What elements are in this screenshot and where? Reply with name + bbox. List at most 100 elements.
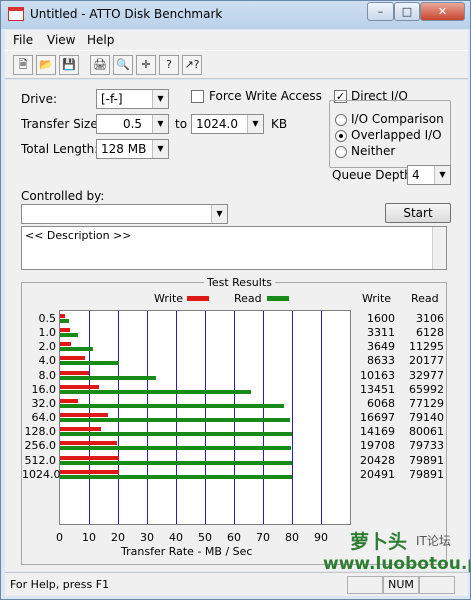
- legend-write-label: Write: [154, 292, 184, 305]
- write-column-header: Write: [362, 292, 392, 305]
- row-label: 64.0: [31, 411, 57, 425]
- overlapped-io-radio[interactable]: [335, 130, 347, 142]
- write-bar: [60, 356, 86, 361]
- chevron-down-icon[interactable]: ▼: [434, 166, 450, 184]
- drive-select[interactable]: [-f-] ▼: [96, 89, 169, 109]
- write-bar: [60, 342, 71, 347]
- chevron-down-icon[interactable]: ▼: [247, 115, 263, 133]
- drive-label: Drive:: [21, 92, 58, 106]
- app-icon: [8, 7, 24, 21]
- print-preview-icon[interactable]: 🔍: [113, 55, 133, 75]
- close-button[interactable]: ✕: [420, 2, 465, 21]
- status-help-text: For Help, press F1: [10, 578, 110, 591]
- read-value: 79891: [409, 467, 444, 481]
- write-value: 20428: [360, 453, 395, 467]
- controlled-by-select[interactable]: ▼: [21, 204, 228, 224]
- read-bar: [60, 432, 293, 437]
- watermark-url: www.luobotou.pw: [323, 554, 470, 574]
- write-value: 19708: [360, 439, 395, 453]
- read-value: 79140: [409, 411, 444, 425]
- toolbar: 🗎 📂 💾 🖨 🔍 ✛ ? ↗?: [5, 50, 468, 79]
- menu-view[interactable]: View: [47, 33, 75, 47]
- x-tick-label: 0: [56, 531, 63, 544]
- read-value: 77129: [409, 396, 444, 410]
- row-label: 2.0: [38, 340, 57, 354]
- total-length-label: Total Length:: [21, 142, 99, 156]
- read-value: 6128: [416, 326, 444, 340]
- transfer-size-to-select[interactable]: 1024.0 ▼: [191, 114, 264, 134]
- force-write-checkbox[interactable]: [191, 90, 204, 103]
- io-comparison-label: I/O Comparison: [351, 112, 444, 126]
- read-value: 80061: [409, 425, 444, 439]
- write-value: 13451: [360, 382, 395, 396]
- x-axis-label: Transfer Rate - MB / Sec: [121, 545, 253, 558]
- row-label: 4.0: [38, 354, 57, 368]
- read-bar: [60, 474, 292, 479]
- menu-file[interactable]: File: [13, 33, 33, 47]
- to-label: to: [175, 117, 188, 131]
- help-icon[interactable]: ?: [159, 55, 179, 75]
- read-bar: [60, 319, 69, 323]
- read-bar: [60, 361, 119, 366]
- row-label: 16.0: [31, 382, 57, 396]
- write-bar: [60, 441, 118, 446]
- write-value: 3311: [367, 326, 395, 340]
- neither-label: Neither: [351, 144, 396, 158]
- write-value: 3649: [367, 340, 395, 354]
- x-tick-label: 10: [82, 531, 96, 544]
- chevron-down-icon[interactable]: ▼: [152, 140, 168, 158]
- controlled-by-label: Controlled by:: [21, 189, 105, 203]
- total-length-select[interactable]: 128 MB ▼: [96, 139, 169, 159]
- chevron-down-icon[interactable]: ▼: [152, 115, 168, 133]
- benchmark-panel: Drive: [-f-] ▼ Force Write Access ✓ Dire…: [5, 80, 468, 571]
- write-value: 20491: [360, 467, 395, 481]
- io-comparison-radio[interactable]: [335, 114, 347, 126]
- write-bar: [60, 384, 99, 389]
- queue-depth-select[interactable]: 4 ▼: [407, 165, 451, 185]
- chevron-down-icon[interactable]: ▼: [211, 205, 227, 223]
- context-help-icon[interactable]: ↗?: [182, 55, 202, 75]
- description-scrollbar[interactable]: [432, 227, 446, 269]
- x-tick-label: 80: [285, 531, 299, 544]
- row-label: 256.0: [24, 439, 57, 453]
- write-value: 14169: [360, 425, 395, 439]
- open-icon[interactable]: 📂: [36, 55, 56, 75]
- legend-read-swatch: [267, 296, 289, 301]
- new-icon[interactable]: 🗎: [13, 55, 33, 75]
- move-icon[interactable]: ✛: [136, 55, 156, 75]
- row-label: 8.0: [38, 368, 57, 382]
- grid-line: [292, 311, 293, 524]
- print-icon[interactable]: 🖨: [90, 55, 110, 75]
- legend-read-label: Read: [234, 292, 262, 305]
- write-bar: [60, 455, 120, 460]
- transfer-size-from-value: 0.5: [122, 117, 143, 131]
- maximize-button[interactable]: □: [394, 2, 420, 21]
- chevron-down-icon[interactable]: ▼: [152, 90, 168, 108]
- row-label: 128.0: [24, 425, 57, 439]
- queue-depth-value: 4: [412, 168, 420, 182]
- write-bar: [60, 314, 65, 318]
- write-value: 1600: [367, 312, 395, 325]
- results-title: Test Results: [204, 276, 275, 289]
- read-value: 32977: [409, 368, 444, 382]
- neither-radio[interactable]: [335, 146, 347, 158]
- title-bar[interactable]: Untitled - ATTO Disk Benchmark – □ ✕: [1, 1, 470, 29]
- overlapped-io-label: Overlapped I/O: [351, 128, 442, 142]
- write-bar: [60, 469, 120, 474]
- kb-label: KB: [271, 117, 288, 131]
- write-value: 6068: [367, 396, 395, 410]
- minimize-button[interactable]: –: [367, 2, 394, 21]
- description-field[interactable]: << Description >>: [21, 226, 447, 270]
- read-bar: [60, 460, 292, 465]
- queue-depth-label: Queue Depth:: [332, 168, 416, 182]
- drive-value: [-f-]: [101, 92, 123, 106]
- transfer-size-label: Transfer Size:: [21, 117, 102, 131]
- start-button[interactable]: Start: [385, 203, 451, 223]
- read-value: 79733: [409, 439, 444, 453]
- read-value: 3106: [416, 312, 444, 325]
- menu-help[interactable]: Help: [87, 33, 114, 47]
- transfer-size-from-select[interactable]: 0.5 ▼: [96, 114, 169, 134]
- test-results-panel: Test Results Write Read Write Read Trans…: [21, 276, 447, 565]
- read-bar: [60, 446, 292, 451]
- save-icon[interactable]: 💾: [59, 55, 79, 75]
